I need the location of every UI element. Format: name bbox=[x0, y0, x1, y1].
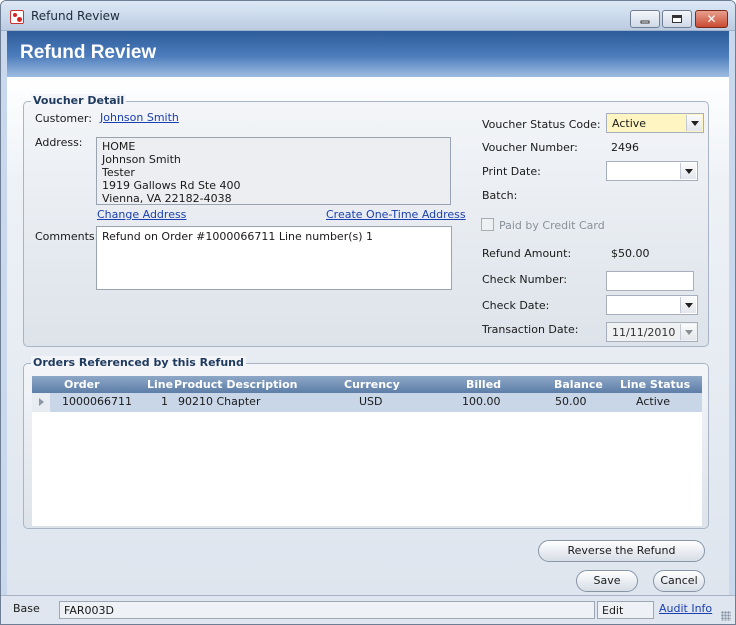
main-content: Voucher Detail Customer: Johnson Smith A… bbox=[7, 77, 729, 595]
cell-currency: USD bbox=[359, 395, 383, 408]
transaction-date-picker[interactable]: 11/11/2010 bbox=[606, 322, 698, 342]
maximize-button[interactable] bbox=[662, 10, 692, 28]
address-box: HOME Johnson Smith Tester 1919 Gallows R… bbox=[96, 137, 451, 205]
paid-by-credit-card-checkbox[interactable] bbox=[481, 218, 494, 231]
header-banner: Refund Review bbox=[7, 31, 729, 77]
refund-amount-value: $50.00 bbox=[611, 247, 650, 260]
print-date-picker[interactable] bbox=[606, 161, 698, 181]
address-label: Address: bbox=[35, 136, 83, 149]
minimize-icon bbox=[640, 20, 650, 24]
customer-label: Customer: bbox=[35, 112, 92, 125]
maximize-icon bbox=[672, 15, 682, 23]
status-mode: Edit bbox=[597, 601, 654, 619]
check-number-label: Check Number: bbox=[482, 273, 568, 286]
cell-product: 90210 Chapter bbox=[178, 395, 261, 408]
chevron-down-icon bbox=[680, 324, 696, 340]
page-title: Refund Review bbox=[20, 42, 157, 63]
voucher-status-code-value: Active bbox=[612, 117, 647, 130]
voucher-status-code-select[interactable]: Active bbox=[606, 113, 704, 133]
status-base: Base bbox=[13, 602, 40, 615]
refund-review-window: Refund Review ✕ Refund Review Voucher De… bbox=[0, 0, 736, 625]
address-line: 1919 Gallows Rd Ste 400 bbox=[102, 179, 241, 192]
save-button[interactable]: Save bbox=[576, 570, 638, 592]
app-logo-icon bbox=[10, 10, 24, 24]
window-title: Refund Review bbox=[31, 9, 120, 23]
reverse-refund-button[interactable]: Reverse the Refund bbox=[538, 540, 705, 562]
column-header-product-description[interactable]: Product Description bbox=[174, 378, 298, 391]
change-address-link[interactable]: Change Address bbox=[97, 208, 186, 221]
orders-referenced-group: Orders Referenced by this Refund Order L… bbox=[23, 356, 709, 529]
voucher-detail-group: Voucher Detail Customer: Johnson Smith A… bbox=[23, 94, 709, 347]
close-icon: ✕ bbox=[706, 12, 717, 26]
cancel-button[interactable]: Cancel bbox=[653, 570, 705, 592]
create-one-time-address-link[interactable]: Create One-Time Address bbox=[326, 208, 466, 221]
transaction-date-label: Transaction Date: bbox=[482, 323, 579, 336]
cell-line: 1 bbox=[161, 395, 168, 408]
title-bar: Refund Review ✕ bbox=[1, 1, 735, 31]
column-header-currency[interactable]: Currency bbox=[344, 378, 400, 391]
column-header-balance[interactable]: Balance bbox=[554, 378, 603, 391]
voucher-number-value: 2496 bbox=[611, 141, 639, 154]
orders-grid-header: Order Line Product Description Currency … bbox=[32, 376, 702, 393]
status-bar: Base FAR003D Edit Audit Info bbox=[1, 595, 735, 624]
address-line: Vienna, VA 22182-4038 bbox=[102, 192, 232, 205]
cell-order: 1000066711 bbox=[62, 395, 132, 408]
orders-referenced-title: Orders Referenced by this Refund bbox=[31, 356, 246, 369]
print-date-label: Print Date: bbox=[482, 165, 541, 178]
voucher-status-code-label: Voucher Status Code: bbox=[482, 118, 601, 131]
chevron-down-icon[interactable] bbox=[680, 297, 696, 313]
cell-billed: 100.00 bbox=[462, 395, 501, 408]
comments-textarea[interactable]: Refund on Order #1000066711 Line number(… bbox=[96, 226, 452, 290]
comments-label: Comments: bbox=[35, 230, 99, 243]
column-header-billed[interactable]: Billed bbox=[466, 378, 501, 391]
address-line: HOME bbox=[102, 140, 136, 153]
refund-amount-label: Refund Amount: bbox=[482, 247, 572, 260]
address-line: Johnson Smith bbox=[102, 153, 181, 166]
column-header-order[interactable]: Order bbox=[64, 378, 100, 391]
transaction-date-value: 11/11/2010 bbox=[612, 326, 676, 339]
check-date-picker[interactable] bbox=[606, 295, 698, 315]
address-line: Tester bbox=[102, 166, 135, 179]
voucher-detail-title: Voucher Detail bbox=[31, 94, 127, 107]
column-header-line-status[interactable]: Line Status bbox=[620, 378, 690, 391]
resize-grip-icon[interactable] bbox=[721, 611, 731, 621]
cell-balance: 50.00 bbox=[555, 395, 587, 408]
chevron-down-icon[interactable] bbox=[680, 163, 696, 179]
cell-line-status: Active bbox=[636, 395, 671, 408]
close-button[interactable]: ✕ bbox=[695, 10, 728, 28]
paid-by-credit-card-label: Paid by Credit Card bbox=[499, 219, 605, 232]
column-header-line[interactable]: Line bbox=[147, 378, 173, 391]
voucher-number-label: Voucher Number: bbox=[482, 141, 578, 154]
chevron-down-icon[interactable] bbox=[686, 115, 702, 131]
table-row[interactable]: 1000066711 1 90210 Chapter USD 100.00 50… bbox=[32, 393, 702, 412]
row-selector-icon[interactable] bbox=[32, 393, 50, 412]
audit-info-link[interactable]: Audit Info bbox=[659, 602, 712, 615]
customer-link[interactable]: Johnson Smith bbox=[100, 111, 179, 124]
check-number-input[interactable] bbox=[606, 271, 694, 291]
status-form-code: FAR003D bbox=[59, 601, 595, 619]
orders-grid: Order Line Product Description Currency … bbox=[32, 376, 702, 526]
batch-label: Batch: bbox=[482, 189, 518, 202]
check-date-label: Check Date: bbox=[482, 299, 550, 312]
minimize-button[interactable] bbox=[630, 10, 660, 28]
